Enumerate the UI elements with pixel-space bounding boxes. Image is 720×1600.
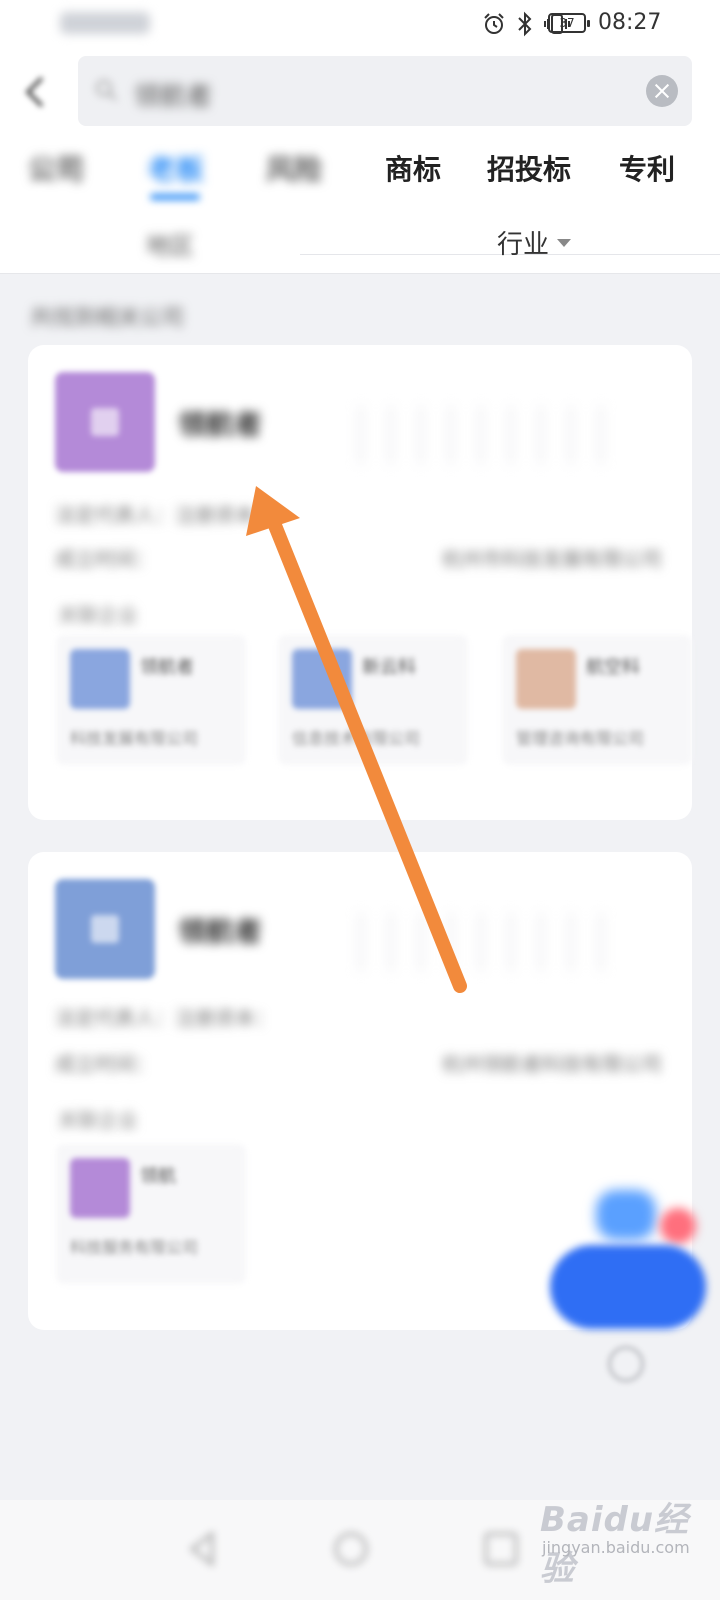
related-company-card[interactable]: 领航 科技服务有限公司 bbox=[56, 1144, 246, 1284]
status-bar: 37 08:27 bbox=[0, 0, 720, 48]
search-icon bbox=[96, 80, 117, 101]
related-title: 航空科 bbox=[586, 657, 640, 678]
assistant-avatar[interactable] bbox=[596, 1190, 656, 1240]
active-tab-indicator bbox=[150, 194, 200, 200]
related-logo bbox=[70, 649, 130, 709]
company-info-line: 法定代表人：注册资本： bbox=[55, 1006, 275, 1030]
caret-down-icon bbox=[557, 238, 572, 247]
related-desc: 科技发展有限公司 bbox=[70, 729, 199, 748]
related-section-label: 关联企业 bbox=[58, 603, 138, 627]
tab-trademark[interactable]: 商标 bbox=[385, 148, 441, 188]
related-title: 领航 bbox=[140, 1166, 176, 1187]
related-company-card[interactable]: 新云科 信息技术有限公司 bbox=[278, 635, 468, 765]
search-bar[interactable]: 领航者 bbox=[78, 56, 692, 126]
card-watermark bbox=[348, 912, 648, 972]
related-desc: 信息技术有限公司 bbox=[292, 729, 421, 748]
tab-boss[interactable]: 老板 bbox=[148, 148, 204, 188]
company-info-line: 成立时间： bbox=[55, 1052, 155, 1076]
tab-company[interactable]: 公司 bbox=[28, 148, 84, 188]
region-filter[interactable]: 地区 bbox=[146, 226, 194, 261]
company-logo bbox=[55, 372, 155, 472]
tab-risk[interactable]: 风险 bbox=[266, 148, 322, 188]
related-logo bbox=[292, 649, 352, 709]
battery-indicator: 37 bbox=[548, 13, 590, 33]
nav-back-icon[interactable] bbox=[180, 1526, 226, 1572]
back-arrow-icon[interactable] bbox=[20, 74, 48, 110]
related-desc: 科技服务有限公司 bbox=[70, 1238, 199, 1257]
status-time: 08:27 bbox=[598, 10, 662, 35]
signal-icon bbox=[60, 12, 150, 34]
company-address: 杭州领航者科技有限公司 bbox=[442, 1052, 662, 1076]
related-logo bbox=[70, 1158, 130, 1218]
floating-action-button[interactable] bbox=[550, 1245, 706, 1329]
related-desc: 管理咨询有限公司 bbox=[516, 729, 645, 748]
company-name[interactable]: 领航者 bbox=[178, 910, 262, 950]
industry-filter-label: 行业 bbox=[497, 230, 550, 260]
related-title: 领航者 bbox=[140, 657, 194, 678]
notification-dot bbox=[660, 1208, 696, 1244]
bluetooth-icon bbox=[518, 11, 532, 37]
card-watermark bbox=[348, 405, 648, 465]
result-summary: 共找到相关公司 bbox=[30, 306, 185, 331]
tab-patent[interactable]: 专利 bbox=[619, 148, 675, 188]
watermark-url: jingyan.baidu.com bbox=[542, 1538, 690, 1557]
related-title: 新云科 bbox=[362, 657, 416, 678]
alarm-icon bbox=[484, 13, 504, 34]
search-query[interactable]: 领航者 bbox=[134, 76, 212, 113]
company-info-line: 法定代表人：注册资本： bbox=[55, 503, 275, 527]
company-name[interactable]: 领航者 bbox=[178, 403, 262, 443]
close-icon[interactable] bbox=[608, 1346, 644, 1382]
nav-home-icon[interactable] bbox=[328, 1526, 374, 1572]
nav-recents-icon[interactable] bbox=[478, 1526, 524, 1572]
baidu-jingyan-watermark: Baidu经验 jingyan.baidu.com bbox=[540, 1492, 715, 1592]
clear-search-button[interactable] bbox=[646, 75, 678, 107]
header: 领航者 公司 老板 风险 商标 招投标 专利 地区 行业 bbox=[0, 48, 720, 274]
company-logo bbox=[55, 879, 155, 979]
tab-bidding[interactable]: 招投标 bbox=[487, 148, 571, 188]
company-address: 杭州市科技发展有限公司 bbox=[442, 547, 662, 571]
related-company-card[interactable]: 航空科 管理咨询有限公司 bbox=[502, 635, 692, 765]
related-logo bbox=[516, 649, 576, 709]
related-section-label: 关联企业 bbox=[58, 1108, 138, 1132]
company-info-line: 成立时间： bbox=[55, 547, 155, 571]
result-card[interactable]: 领航者 法定代表人：注册资本： 成立时间： 杭州市科技发展有限公司 关联企业 领… bbox=[28, 345, 692, 820]
related-company-card[interactable]: 领航者 科技发展有限公司 bbox=[56, 635, 246, 765]
industry-filter[interactable]: 行业 bbox=[497, 224, 572, 261]
category-tabs: 公司 老板 风险 商标 招投标 专利 bbox=[0, 142, 720, 200]
